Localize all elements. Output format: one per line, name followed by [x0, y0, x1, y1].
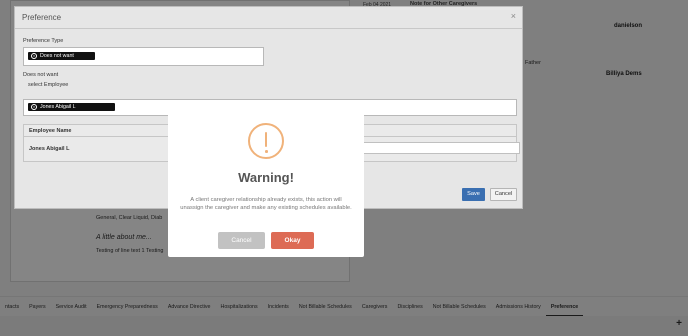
preference-type-select[interactable]: × Does not want: [23, 47, 264, 66]
chip-remove-icon[interactable]: ×: [31, 53, 37, 59]
warning-title: Warning!: [238, 170, 294, 185]
warning-cancel-button[interactable]: Cancel: [218, 232, 265, 249]
preference-type-label: Preference Type: [23, 38, 64, 44]
employee-name-cell: Jones Abigail L: [29, 146, 70, 152]
does-not-want-label: Does not want: [23, 72, 59, 78]
warning-message: A client caregiver relationship already …: [180, 197, 352, 211]
save-button[interactable]: Save: [462, 188, 485, 201]
preference-modal-title: Preference: [22, 13, 62, 22]
employee-chip[interactable]: × Jones Abigail L: [28, 103, 115, 111]
preference-type-chip[interactable]: × Does not want: [28, 52, 95, 60]
row-input[interactable]: [358, 142, 520, 154]
cancel-button[interactable]: Cancel: [490, 188, 517, 201]
close-icon[interactable]: ×: [511, 11, 516, 21]
preference-modal-header: Preference ×: [15, 7, 522, 29]
exclamation-circle-icon: [248, 123, 284, 159]
select-employee-label: select Employee: [28, 82, 69, 88]
chip-remove-icon[interactable]: ×: [31, 104, 37, 110]
warning-dialog: Warning! A client caregiver relationship…: [168, 108, 364, 257]
warning-okay-button[interactable]: Okay: [271, 232, 314, 249]
